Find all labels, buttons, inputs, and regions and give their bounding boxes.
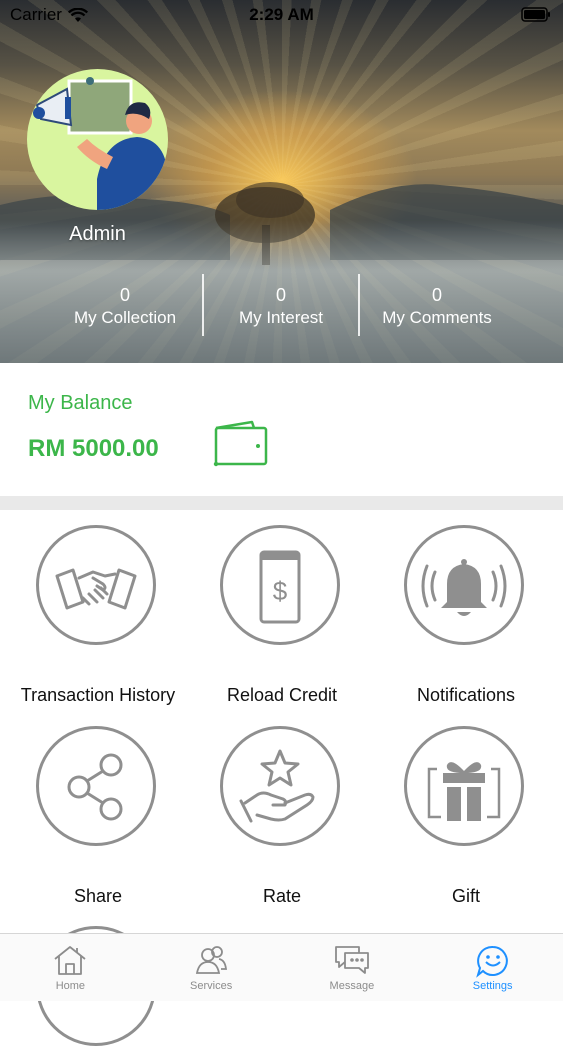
tab-label: Services [190,980,233,992]
tab-home[interactable]: Home [0,934,141,1001]
settings-menu-grid: Transaction History $ Reload Credit Noti… [0,510,563,1046]
tab-services[interactable]: Services [141,934,282,1001]
stat-label: My Comments [382,308,492,327]
menu-label: Transaction History [20,685,176,705]
profile-stats: 0 My Collection 0 My Interest 0 My Comme… [48,274,514,336]
status-time: 2:29 AM [249,5,314,24]
status-bar: Carrier 2:29 AM [0,0,563,30]
menu-icon-circle: $ [220,525,340,645]
menu-icon-circle [220,726,340,846]
stat-my-comments[interactable]: 0 My Comments [360,274,514,336]
stat-count: 0 [276,285,287,305]
section-divider [0,496,563,510]
menu-label: Share [73,886,123,906]
home-icon [54,946,86,975]
tab-message[interactable]: Message [282,934,423,1001]
menu-label: Gift [451,886,480,906]
menu-icon-circle [404,525,524,645]
stat-my-interest[interactable]: 0 My Interest [204,274,358,336]
dollar-phone-icon: $ [259,550,301,624]
profile-name: Admin [69,223,126,245]
smile-icon [475,945,508,978]
bell-icon [421,559,507,616]
tab-bar: Home Services Message Settings [0,933,563,1001]
message-icon [334,946,369,974]
battery-icon [521,7,550,22]
tab-label: Home [55,980,86,992]
stat-label: My Collection [73,308,177,327]
svg-text:$: $ [273,576,288,606]
avatar-illustration [33,77,168,210]
menu-label: Notifications [416,685,516,705]
avatar[interactable] [27,69,168,210]
stat-label: My Interest [238,308,324,327]
profile-header: Carrier 2:29 AM Admin 0 My Collection 0 … [0,0,563,363]
tab-label: Settings [472,980,513,992]
stat-count: 0 [432,285,443,305]
balance-card[interactable]: My Balance RM 5000.00 [0,363,563,496]
handshake-icon [55,568,137,610]
stat-count: 0 [120,285,131,305]
users-icon [196,946,228,974]
menu-icon-circle [36,525,156,645]
wallet-icon [213,420,268,467]
star-hand-icon [239,749,315,823]
tab-settings[interactable]: Settings [422,934,563,1001]
balance-amount: RM 5000.00 [28,435,159,462]
gift-icon [427,762,501,821]
menu-icon-circle [404,726,524,846]
menu-icon-circle [36,726,156,846]
balance-title: My Balance [28,392,133,414]
share-icon [67,753,123,821]
menu-label: Reload Credit [226,685,338,705]
stat-my-collection[interactable]: 0 My Collection [48,274,202,336]
tab-label: Message [329,980,375,992]
menu-label: Rate [262,886,302,906]
